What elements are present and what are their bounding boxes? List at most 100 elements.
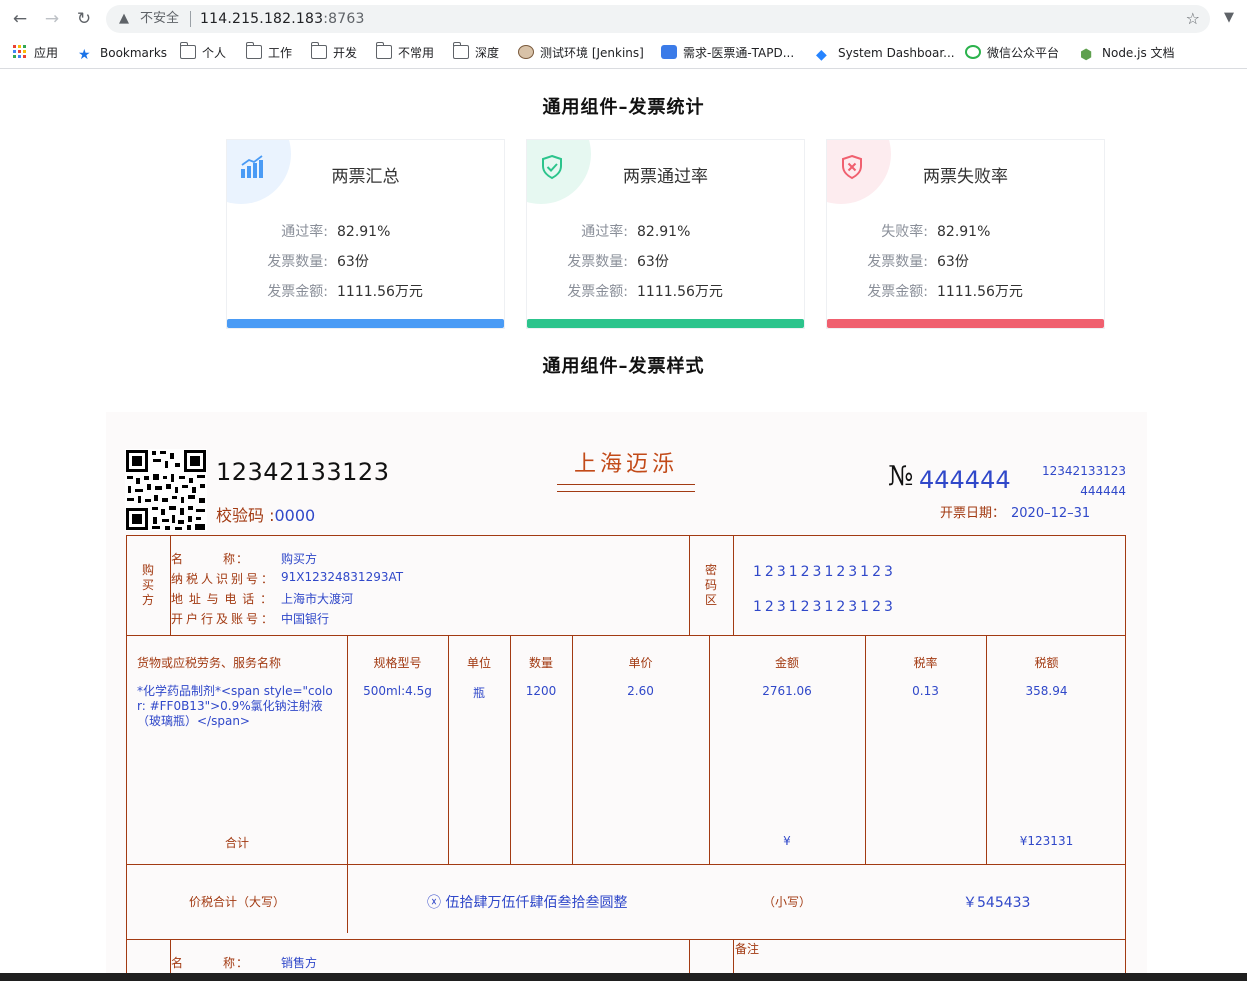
- card-row: 失败率: 82.91%: [827, 223, 1104, 241]
- bookmark-folder[interactable]: 不常用: [376, 42, 434, 62]
- card-accent-bar: [827, 319, 1104, 328]
- grid-line: [127, 939, 1125, 940]
- bookmark-label: System Dashboar...: [838, 46, 955, 60]
- invoice-section-title: 通用组件–发票样式: [542, 356, 705, 377]
- bookmark-bookmarks[interactable]: ★ Bookmarks: [78, 44, 167, 62]
- bookmark-folder[interactable]: 个人: [180, 42, 227, 62]
- bookmark-wechat[interactable]: 微信公众平台: [965, 44, 1059, 62]
- row-label: 发票金额:: [567, 284, 628, 300]
- browser-chrome: ← → ↻ ▲ 不安全 114.215.182.183:8763 ☆ ▼ 应用 …: [0, 0, 1247, 69]
- card-row: 发票数量: 63份: [527, 253, 804, 271]
- forward-icon[interactable]: →: [42, 9, 62, 29]
- url-host: 114.215.182.183: [200, 11, 324, 27]
- total-amount: ¥: [783, 834, 791, 848]
- buyer-tax-value: 91X12324831293AT: [281, 570, 404, 584]
- row-label: 发票数量:: [867, 254, 928, 270]
- row-value: 82.91%: [937, 224, 991, 240]
- invoice-title: 上海迈泺: [573, 452, 678, 477]
- chevron-down-icon[interactable]: ▼: [1224, 10, 1234, 25]
- item-qty: 1200: [525, 684, 557, 698]
- invoice: 12342133123 校验码 :0000 上海迈泺 № 444444 1234…: [106, 412, 1147, 973]
- check-code-label: 校验码 :: [216, 506, 275, 525]
- buyer-addr-value: 上海市大渡河: [281, 592, 354, 606]
- address-bar[interactable]: ▲ 不安全 114.215.182.183:8763 ☆: [106, 5, 1210, 33]
- bookmark-label: Bookmarks: [100, 46, 168, 60]
- card-row: 通过率: 82.91%: [527, 223, 804, 241]
- row-value: 1111.56万元: [337, 284, 423, 300]
- stat-card-summary: 两票汇总 通过率: 82.91% 发票数量: 63份 发票金额: 1111.56万元: [226, 139, 505, 329]
- bookmark-folder[interactable]: 开发: [311, 42, 357, 62]
- back-icon[interactable]: ←: [10, 9, 30, 29]
- bookmark-folder[interactable]: 深度: [453, 42, 500, 62]
- grid-line: [689, 939, 690, 973]
- bookmark-label: 需求-医票通-TAPD...: [683, 46, 795, 60]
- star-icon: ★: [78, 47, 91, 63]
- row-label: 发票金额:: [267, 284, 328, 300]
- bookmark-label: 应用: [34, 46, 59, 60]
- seller-name-label: 名 称：: [171, 956, 250, 970]
- bookmark-label: 微信公众平台: [987, 46, 1060, 60]
- numero-sign: №: [888, 461, 914, 492]
- url-text: 114.215.182.183:8763: [200, 11, 365, 27]
- sum-upper: ⓧ 伍拾肆万伍仟肆佰叁拾叁圆整: [427, 895, 628, 911]
- folder-icon: [180, 42, 196, 59]
- row-label: 失败率:: [881, 224, 928, 240]
- col-header-name: 货物或应税劳务、服务名称: [137, 656, 282, 670]
- grid-line: [347, 864, 348, 933]
- folder-icon: [311, 42, 327, 59]
- row-value: 1111.56万元: [637, 284, 723, 300]
- page-content: 通用组件–发票统计 两票汇总 通过率: 82.91% 发票数量: 63份 发票金额:…: [0, 69, 1247, 973]
- card-row: 发票金额: 1111.56万元: [827, 283, 1104, 301]
- buyer-name-label: 名 称：: [171, 552, 250, 566]
- buyer-addr-label: 地 址 与 电 话 ：: [171, 592, 274, 606]
- item-rate: 0.13: [912, 684, 939, 698]
- bookmark-label: 工作: [268, 46, 293, 60]
- total-tax: ¥123131: [1019, 834, 1074, 848]
- buyer-bank-label: 开户行及账号：: [171, 612, 277, 626]
- col-header-price: 单价: [628, 656, 653, 670]
- card-row: 发票金额: 1111.56万元: [227, 283, 504, 301]
- bookmark-nodejs[interactable]: ⬢ Node.js 文档: [1080, 44, 1175, 62]
- invoice-number: 444444: [919, 466, 1011, 494]
- row-value: 63份: [637, 254, 669, 270]
- row-value: 63份: [937, 254, 969, 270]
- password-line-1: 123123123123: [753, 564, 896, 580]
- col-header-unit: 单位: [466, 656, 491, 670]
- bookmark-label: 个人: [202, 46, 227, 60]
- window-bottom-edge: [0, 973, 1247, 981]
- row-label: 发票数量:: [267, 254, 328, 270]
- bookmark-star-icon[interactable]: ☆: [1186, 9, 1200, 29]
- card-title: 两票通过率: [623, 167, 708, 187]
- folder-icon: [246, 42, 262, 59]
- item-name: *化学药品制剂*<span style="color: #FF0B13">0.9…: [137, 684, 333, 728]
- row-value: 63份: [337, 254, 369, 270]
- total-label: 合计: [224, 836, 249, 850]
- folder-icon: [376, 42, 392, 59]
- bookmark-apps[interactable]: 应用: [12, 44, 58, 62]
- bookmark-folder[interactable]: 工作: [246, 42, 293, 62]
- bookmark-tapd[interactable]: 需求-医票通-TAPD...: [661, 44, 794, 62]
- bookmark-system-dashboard[interactable]: ◆ System Dashboar...: [816, 44, 955, 62]
- grid-line: [127, 635, 1125, 636]
- title-underline: [557, 491, 695, 492]
- browser-toolbar: ← → ↻ ▲ 不安全 114.215.182.183:8763 ☆ ▼: [0, 0, 1247, 38]
- item-tax: 358.94: [1025, 684, 1068, 698]
- seller-name-value: 销售方: [281, 956, 318, 970]
- check-code: 校验码 :0000: [216, 502, 315, 526]
- card-title: 两票汇总: [331, 167, 400, 187]
- buyer-bank-value: 中国银行: [281, 612, 330, 626]
- sum-label: 价税合计（大写）: [188, 895, 285, 909]
- tapd-icon: [661, 45, 677, 59]
- card-row: 发票数量: 63份: [827, 253, 1104, 271]
- row-value: 1111.56万元: [937, 284, 1023, 300]
- bookmark-jenkins[interactable]: 测试环境 [Jenkins]: [518, 44, 644, 62]
- col-header-tax: 税额: [1034, 656, 1059, 670]
- url-port: :8763: [323, 11, 365, 27]
- reload-icon[interactable]: ↻: [74, 9, 94, 29]
- item-unit: 瓶: [472, 686, 485, 700]
- bookmark-label: 测试环境 [Jenkins]: [540, 46, 644, 60]
- date-value: 2020–12–31: [1011, 506, 1091, 521]
- hexagon-icon: ⬢: [1080, 47, 1093, 63]
- stat-card-pass-rate: 两票通过率 通过率: 82.91% 发票数量: 63份 发票金额: 1111.56万元: [526, 139, 805, 329]
- bookmark-label: 深度: [475, 46, 500, 60]
